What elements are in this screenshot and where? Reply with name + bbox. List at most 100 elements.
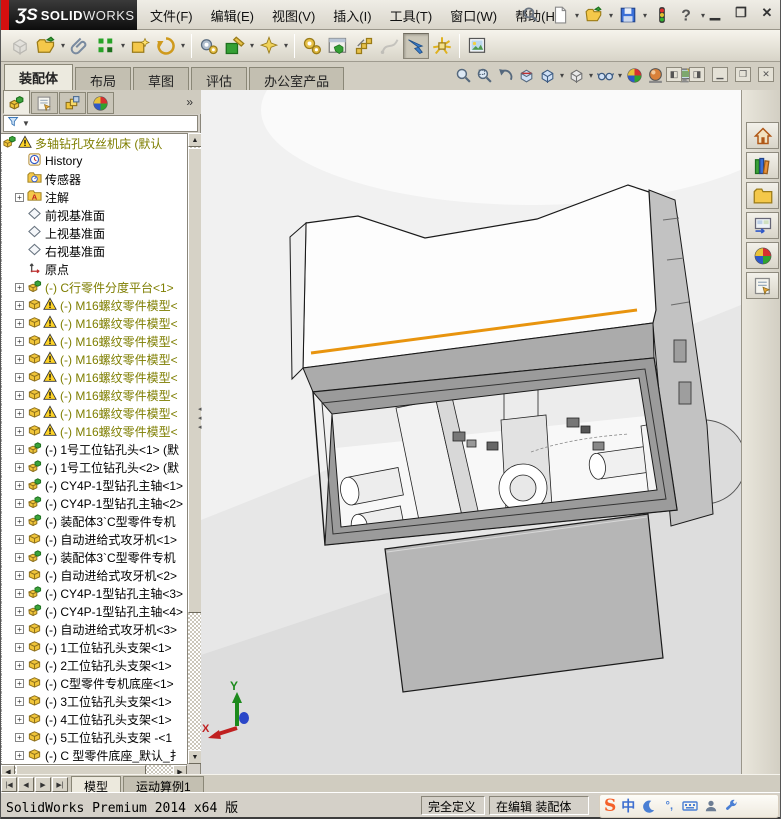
nav-last-button[interactable]: ▶| [52, 777, 68, 792]
tree-item[interactable]: + (-) CY4P-1型钻孔主轴<2> [1, 494, 187, 512]
tree-item[interactable]: + (-) 1号工位钻孔头<2> (默 [1, 458, 187, 476]
sketch-icon[interactable] [256, 33, 282, 59]
mate-icon[interactable] [67, 33, 93, 59]
tab-装配体[interactable]: 装配体 [4, 64, 74, 90]
expand-icon[interactable]: + [15, 714, 24, 724]
pane-right-toggle[interactable]: ◨ [689, 67, 705, 82]
menu-视图(V)[interactable]: 视图(V) [263, 2, 324, 29]
restore-button[interactable]: ❐ [732, 4, 750, 22]
close-button[interactable]: ✕ [758, 4, 776, 22]
nav-next-button[interactable]: ▶ [35, 777, 51, 792]
ime-keyboard-icon[interactable] [682, 798, 698, 814]
tab-布局[interactable]: 布局 [75, 67, 132, 90]
tree-item[interactable]: + (-) 2工位钻孔头支架<1> [1, 656, 187, 674]
expand-icon[interactable]: + [15, 192, 24, 202]
scroll-down-button[interactable]: ▼ [188, 750, 202, 764]
save-icon[interactable] [617, 4, 639, 26]
expand-icon[interactable]: + [15, 498, 24, 508]
rotate-component-icon[interactable] [153, 33, 179, 59]
tree-item[interactable]: + (-) 1工位钻孔头支架<1> [1, 638, 187, 656]
tree-item[interactable]: + (-) CY4P-1型钻孔主轴<3> [1, 584, 187, 602]
tree-item[interactable]: + (-) 自动进给式攻牙机<2> [1, 566, 187, 584]
tree-item[interactable]: + (-) 5工位钻孔头支架 -<1 [1, 728, 187, 746]
expand-icon[interactable]: + [15, 408, 24, 418]
linear-component-pattern-dropdown[interactable]: ▾ [119, 41, 127, 50]
expand-icon[interactable]: + [15, 318, 24, 328]
tree-item[interactable]: + (-) M16螺纹零件模型< [1, 314, 187, 332]
expand-icon[interactable]: + [15, 750, 24, 760]
tree-item[interactable]: + (-) M16螺纹零件模型< [1, 368, 187, 386]
hide-show-items-dropdown[interactable]: ▾ [616, 71, 624, 80]
exploded-view-icon[interactable] [351, 33, 377, 59]
expand-icon[interactable]: + [15, 372, 24, 382]
expand-icon[interactable]: + [15, 696, 24, 706]
rotate-component-dropdown[interactable]: ▾ [179, 41, 187, 50]
tree-item[interactable]: + (-) M16螺纹零件模型< [1, 404, 187, 422]
open-part-dropdown[interactable]: ▾ [59, 41, 67, 50]
section-view-icon[interactable] [516, 65, 537, 86]
expand-icon[interactable]: + [15, 426, 24, 436]
tree-item[interactable]: + A 注解 [1, 188, 187, 206]
tree-item[interactable]: 右视基准面 [1, 242, 187, 260]
expand-icon[interactable]: + [15, 336, 24, 346]
zoom-to-fit-icon[interactable] [453, 65, 474, 86]
menu-工具(T)[interactable]: 工具(T) [381, 2, 442, 29]
tree-item[interactable]: + (-) M16螺纹零件模型< [1, 422, 187, 440]
bill-of-materials-icon[interactable] [325, 33, 351, 59]
tab-运动算例1[interactable]: 运动算例1 [123, 776, 204, 794]
view-orientation-dropdown[interactable]: ▾ [558, 71, 566, 80]
tree-item[interactable]: + (-) M16螺纹零件模型< [1, 296, 187, 314]
expand-icon[interactable]: + [15, 282, 24, 292]
tree-item[interactable]: + (-) 装配体3`C型零件专机 [1, 548, 187, 566]
display-style-dropdown[interactable]: ▾ [587, 71, 595, 80]
propertymanager-tab[interactable] [31, 92, 58, 114]
menu-文件(F)[interactable]: 文件(F) [141, 2, 202, 29]
expand-icon[interactable]: + [15, 552, 24, 562]
large-design-review-icon[interactable] [429, 33, 455, 59]
appearances-scenes-button[interactable] [746, 242, 779, 269]
apply-scene-icon[interactable] [645, 65, 666, 86]
tree-item[interactable]: + (-) M16螺纹零件模型< [1, 386, 187, 404]
expand-icon[interactable]: + [15, 660, 24, 670]
expand-icon[interactable]: + [15, 390, 24, 400]
previous-view-icon[interactable] [495, 65, 516, 86]
scroll-up-button[interactable]: ▲ [188, 133, 202, 147]
ime-mode-chinese[interactable]: 中 [621, 796, 635, 816]
tree-item[interactable]: + (-) 1号工位钻孔头<1> (默 [1, 440, 187, 458]
ime-fullshape-icon[interactable] [640, 798, 656, 814]
view-palette-button[interactable] [746, 212, 779, 239]
expand-icon[interactable]: + [15, 534, 24, 544]
reference-geometry-icon[interactable] [222, 33, 248, 59]
reference-geometry-dropdown[interactable]: ▾ [248, 41, 256, 50]
new-document-icon-dropdown[interactable]: ▾ [573, 11, 581, 20]
filter-bar[interactable]: ▼ [3, 115, 198, 132]
tree-item[interactable]: 上视基准面 [1, 224, 187, 242]
tree-item[interactable]: + (-) C型零件专机底座<1> [1, 674, 187, 692]
display-style-icon[interactable] [566, 65, 587, 86]
configurationmanager-tab[interactable] [59, 92, 86, 114]
sogou-logo[interactable]: S [604, 796, 616, 816]
tab-模型[interactable]: 模型 [71, 776, 122, 794]
doc-minimize[interactable]: ▁ [712, 67, 728, 82]
ime-punctuation-icon[interactable]: °, [661, 798, 677, 814]
tree-item[interactable]: + (-) 装配体3`C型零件专机 [1, 512, 187, 530]
nav-previous-button[interactable]: ◀ [18, 777, 34, 792]
tree-item[interactable]: 前视基准面 [1, 206, 187, 224]
tree-item[interactable]: + (-) CY4P-1型钻孔主轴<1> [1, 476, 187, 494]
new-motion-study-icon[interactable] [299, 33, 325, 59]
tree-item[interactable]: + (-) 自动进给式攻牙机<1> [1, 530, 187, 548]
smart-fasteners-icon[interactable] [127, 33, 153, 59]
tree-item[interactable]: + (-) CY4P-1型钻孔主轴<4> [1, 602, 187, 620]
hide-show-items-icon[interactable] [595, 65, 616, 86]
tab-草图[interactable]: 草图 [133, 67, 190, 90]
filter-dropdown-caret[interactable]: ▼ [22, 119, 30, 128]
instant3d-icon[interactable] [403, 32, 429, 59]
tab-办公室产品[interactable]: 办公室产品 [249, 67, 345, 90]
tree-vertical-scrollbar[interactable]: ▲ ▼ [187, 133, 202, 764]
expand-icon[interactable]: + [15, 678, 24, 688]
pane-left-toggle[interactable]: ◧ [666, 67, 682, 82]
expand-icon[interactable]: + [15, 624, 24, 634]
design-library-button[interactable] [746, 152, 779, 179]
nav-first-button[interactable]: |◀ [1, 777, 17, 792]
search-icon[interactable] [521, 5, 541, 25]
